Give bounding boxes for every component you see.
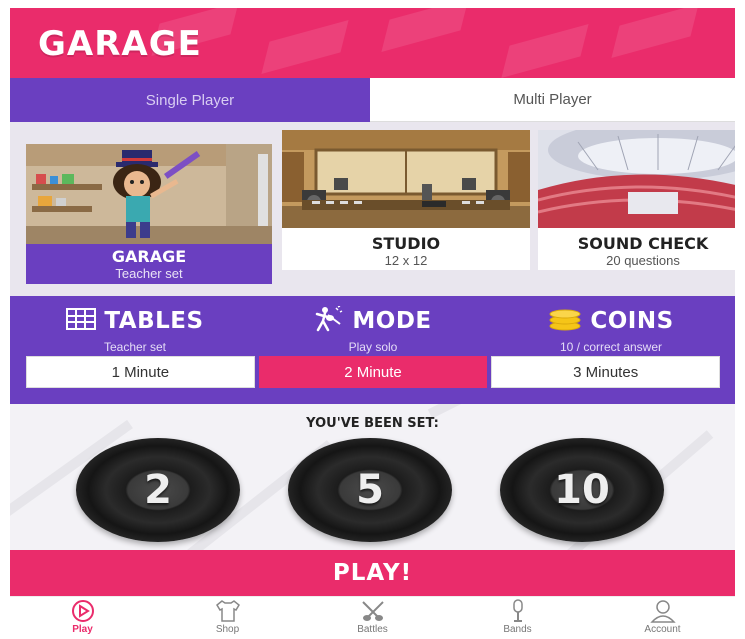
- nav-item-bands[interactable]: Bands: [445, 597, 590, 639]
- set-title: YOU'VE BEEN SET:: [306, 416, 439, 431]
- coins-icon: [548, 307, 582, 336]
- game-settings-panel: TABLES Teacher set MODE Play solo COINS …: [10, 296, 735, 404]
- level-subtitle: 12 x 12: [384, 253, 428, 268]
- lightning-decoration: [611, 8, 699, 58]
- bottom-navigation: Play Shop Battles Bands Account: [10, 596, 735, 639]
- duration-2-minute-button[interactable]: 2 Minute: [258, 356, 488, 388]
- record-table-5: 5: [288, 438, 452, 542]
- page-title: GARAGE: [38, 24, 202, 64]
- mode-setting: MODE Play solo: [258, 304, 488, 354]
- nav-item-shop[interactable]: Shop: [155, 597, 300, 639]
- studio-scene-image: [282, 130, 530, 228]
- level-card-garage[interactable]: GARAGE Teacher set: [26, 144, 272, 284]
- level-card-sound-check[interactable]: SOUND CHECK 20 questions: [538, 130, 735, 270]
- nav-label: Bands: [503, 624, 532, 635]
- nav-item-battles[interactable]: Battles: [300, 597, 445, 639]
- record-table-2: 2: [76, 438, 240, 542]
- app-screen: GARAGE Single Player Multi Player GARAGE…: [10, 8, 735, 639]
- level-name: STUDIO: [371, 234, 441, 253]
- nav-label: Shop: [215, 624, 240, 635]
- duration-3-minutes-button[interactable]: 3 Minutes: [491, 356, 721, 388]
- microphone-icon: [504, 599, 532, 623]
- coins-subtitle: 10 / correct answer: [559, 340, 663, 354]
- tab-single-player[interactable]: Single Player: [10, 78, 370, 122]
- crossed-guitars-icon: [359, 599, 387, 623]
- tab-multi-player[interactable]: Multi Player: [370, 78, 735, 122]
- level-carousel[interactable]: GARAGE Teacher set STUDIO 12 x 12 SOUND …: [10, 122, 735, 300]
- record-label: 5: [356, 467, 384, 513]
- player-mode-tabs: Single Player Multi Player: [10, 78, 735, 122]
- lightning-decoration: [381, 8, 469, 52]
- nav-item-account[interactable]: Account: [590, 597, 735, 639]
- mode-title: MODE: [352, 308, 432, 334]
- level-subtitle: Teacher set: [115, 266, 183, 281]
- tables-title: TABLES: [104, 308, 204, 334]
- play-button[interactable]: PLAY!: [10, 550, 735, 596]
- record-table-10: 10: [500, 438, 664, 542]
- assigned-tables-section: YOU'VE BEEN SET: 2 5 10: [10, 404, 735, 550]
- garage-scene-image: [26, 144, 272, 244]
- nav-item-play[interactable]: Play: [10, 597, 155, 639]
- tables-icon: [66, 307, 97, 336]
- nav-label: Battles: [357, 624, 388, 635]
- duration-selector: 1 Minute 2 Minute 3 Minutes: [26, 356, 721, 388]
- play-button-label: PLAY!: [332, 560, 413, 586]
- tables-subtitle: Teacher set: [103, 340, 167, 354]
- level-caption: GARAGE Teacher set: [26, 244, 272, 284]
- coins-title: COINS: [590, 308, 674, 334]
- duration-1-minute-button[interactable]: 1 Minute: [26, 356, 255, 388]
- header: GARAGE: [10, 8, 735, 78]
- user-icon: [649, 599, 677, 623]
- level-subtitle: 20 questions: [606, 253, 680, 268]
- lightning-decoration: [501, 24, 589, 78]
- record-label: 2: [144, 467, 172, 513]
- play-icon: [69, 599, 97, 623]
- guitarist-icon: [314, 304, 344, 337]
- tables-setting: TABLES Teacher set: [20, 306, 250, 354]
- level-name: GARAGE: [111, 247, 187, 266]
- record-label: 10: [554, 467, 610, 513]
- mode-subtitle: Play solo: [348, 340, 398, 354]
- arena-scene-image: [538, 130, 735, 228]
- level-caption: SOUND CHECK 20 questions: [538, 228, 735, 270]
- level-name: SOUND CHECK: [577, 234, 709, 253]
- level-caption: STUDIO 12 x 12: [282, 228, 530, 270]
- nav-label: Play: [72, 624, 93, 635]
- coins-setting: COINS 10 / correct answer: [496, 306, 726, 354]
- lightning-decoration: [261, 20, 349, 74]
- shirt-icon: [214, 599, 242, 623]
- nav-label: Account: [644, 624, 681, 635]
- level-card-studio[interactable]: STUDIO 12 x 12: [282, 130, 530, 270]
